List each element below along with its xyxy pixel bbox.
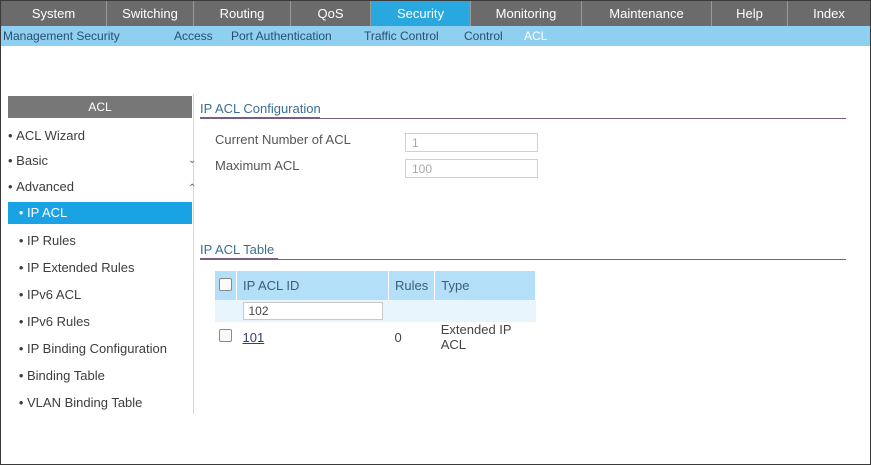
tab-switching[interactable]: Switching — [107, 1, 194, 26]
sub-navigation: Management Security Access Port Authenti… — [1, 26, 870, 46]
sidebar-item-ipv6-acl[interactable]: • IPv6 ACL — [8, 284, 81, 306]
tab-routing[interactable]: Routing — [194, 1, 291, 26]
subnav-acl[interactable]: ACL — [524, 26, 547, 46]
empty-cell — [215, 300, 237, 322]
subnav-access[interactable]: Access — [174, 26, 213, 46]
sidebar-header: ACL — [8, 96, 192, 118]
sidebar-item-vlan-binding-table[interactable]: • VLAN Binding Table — [8, 392, 143, 414]
empty-cell — [434, 300, 536, 322]
row-checkbox-cell — [215, 322, 237, 352]
current-acl-label: Current Number of ACL — [215, 132, 351, 147]
column-header-ip-acl-id[interactable]: IP ACL ID — [236, 271, 389, 300]
tab-help[interactable]: Help — [712, 1, 788, 26]
tab-maintenance[interactable]: Maintenance — [582, 1, 712, 26]
empty-cell — [388, 300, 435, 322]
row-checkbox[interactable] — [219, 329, 232, 342]
current-acl-field: 1 — [405, 133, 538, 152]
tab-monitoring[interactable]: Monitoring — [471, 1, 582, 26]
subnav-port-authentication[interactable]: Port Authentication — [231, 26, 332, 46]
select-all-checkbox[interactable] — [219, 277, 232, 291]
tab-system[interactable]: System — [1, 1, 107, 26]
sidebar-item-acl-wizard[interactable]: • ACL Wizard — [8, 125, 85, 147]
sidebar-item-label: IP Binding Configuration — [27, 341, 167, 356]
new-acl-id-cell — [236, 300, 389, 322]
sidebar-item-label: ACL Wizard — [16, 128, 86, 143]
new-acl-row — [215, 300, 536, 322]
acl-id-link[interactable]: 101 — [243, 330, 265, 345]
top-navigation: System Switching Routing QoS Security Mo… — [1, 1, 870, 26]
new-acl-id-input[interactable] — [242, 302, 383, 320]
sidebar-item-ip-rules[interactable]: • IP Rules — [8, 230, 76, 252]
sidebar-item-label: Binding Table — [27, 368, 105, 383]
sidebar-item-label: Basic — [16, 153, 48, 168]
tab-security[interactable]: Security — [371, 1, 471, 26]
sidebar-item-basic[interactable]: • Basic ⌄ — [8, 150, 196, 172]
maximum-acl-label: Maximum ACL — [215, 158, 300, 173]
type-cell: Extended IP ACL — [440, 322, 512, 352]
sidebar-item-label: IPv6 ACL — [27, 287, 82, 302]
table-row: 101 0 Extended IP ACL — [215, 322, 536, 352]
sidebar-item-ip-binding-configuration[interactable]: • IP Binding Configuration — [8, 338, 167, 360]
select-all-cell — [215, 271, 237, 300]
column-header-rules[interactable]: Rules — [388, 271, 436, 300]
column-header-type[interactable]: Type — [434, 271, 536, 300]
section-divider — [200, 118, 846, 119]
subnav-management-security[interactable]: Management Security — [3, 26, 120, 46]
acl-id-cell: 101 — [237, 322, 389, 352]
section-divider — [200, 259, 846, 260]
sidebar-item-advanced[interactable]: • Advanced ⌃ — [8, 176, 196, 198]
sidebar-item-ipv6-rules[interactable]: • IPv6 Rules — [8, 311, 90, 333]
ip-acl-table: IP ACL ID Rules Type 101 0 Extended IP A… — [215, 271, 536, 352]
sidebar-item-label: IP Extended Rules — [27, 260, 135, 275]
table-header-row: IP ACL ID Rules Type — [215, 271, 536, 300]
sidebar-item-label: Advanced — [16, 179, 74, 194]
chevron-down-icon: ⌄ — [188, 155, 197, 166]
tab-index[interactable]: Index — [788, 1, 870, 26]
sidebar-item-label: IP Rules — [27, 233, 76, 248]
sidebar-item-label: IPv6 Rules — [27, 314, 90, 329]
section-title-ip-acl-configuration: IP ACL Configuration — [200, 101, 321, 116]
section-title-ip-acl-table: IP ACL Table — [200, 242, 275, 257]
sidebar-item-ip-extended-rules[interactable]: • IP Extended Rules — [8, 257, 135, 279]
sidebar-item-label: IP ACL — [27, 205, 68, 220]
chevron-up-icon: ⌃ — [188, 183, 197, 194]
rules-cell: 0 — [394, 329, 402, 345]
subnav-traffic-control[interactable]: Traffic Control — [364, 26, 439, 46]
sidebar-item-ip-acl[interactable]: • IP ACL — [8, 202, 192, 224]
sidebar-item-label: VLAN Binding Table — [27, 395, 143, 410]
maximum-acl-field: 100 — [405, 159, 538, 178]
tab-qos[interactable]: QoS — [291, 1, 371, 26]
subnav-control[interactable]: Control — [464, 26, 503, 46]
sidebar-item-binding-table[interactable]: • Binding Table — [8, 365, 105, 387]
